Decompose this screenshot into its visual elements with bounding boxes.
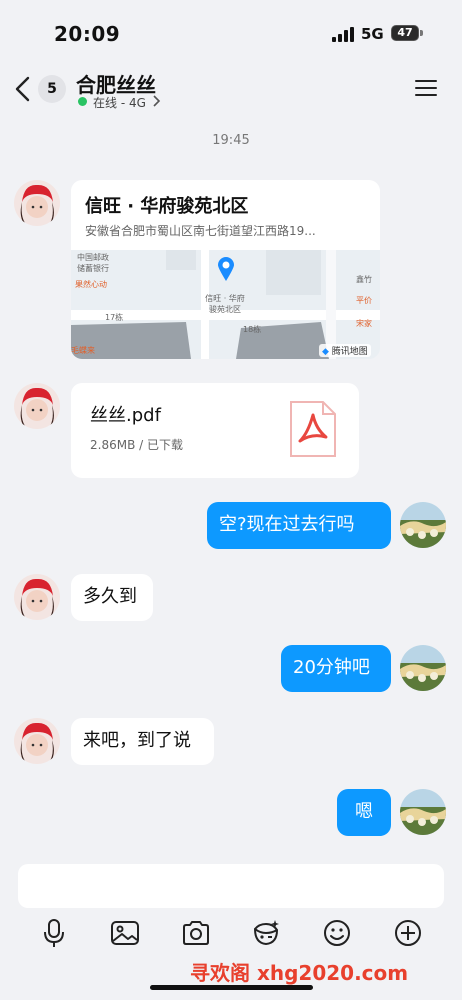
- message-bubble-outgoing[interactable]: 20分钟吧: [281, 645, 391, 692]
- message-bubble-incoming[interactable]: 来吧，到了说: [71, 718, 214, 765]
- map-poi-right-3: 宋家: [356, 319, 372, 328]
- file-name: 丝丝.pdf: [90, 405, 161, 426]
- contact-avatar[interactable]: [14, 574, 60, 620]
- map-pin-label: 信旺 · 华府 骏苑北区: [202, 293, 248, 315]
- emoji-icon[interactable]: [321, 917, 353, 949]
- image-icon[interactable]: [109, 917, 141, 949]
- presence-status[interactable]: 在线 - 4G: [93, 94, 146, 111]
- map-brand-label: 腾讯地图: [331, 347, 368, 357]
- camera-icon[interactable]: [180, 917, 212, 949]
- plus-icon[interactable]: [392, 917, 424, 949]
- contact-avatar[interactable]: [14, 383, 60, 429]
- battery-icon: 47: [391, 25, 419, 41]
- my-avatar[interactable]: [400, 502, 446, 548]
- unread-count-badge[interactable]: 5: [38, 75, 66, 103]
- map-pin-label-line1: 信旺 · 华府: [205, 294, 245, 303]
- signal-icon: [332, 27, 354, 42]
- map-brand: ◆ 腾讯地图: [319, 344, 371, 357]
- map-poi-left: 果然心动: [75, 280, 107, 289]
- my-avatar[interactable]: [400, 645, 446, 691]
- map-pin-label-line2: 骏苑北区: [209, 305, 241, 314]
- home-indicator: [150, 985, 313, 990]
- map-poi-bank: 中国邮政 储蓄银行: [77, 252, 109, 274]
- location-card[interactable]: 信旺 · 华府骏苑北区 安徽省合肥市蜀山区南七街道望江西路19... 中国邮政 …: [71, 180, 380, 359]
- message-input[interactable]: [18, 864, 444, 908]
- map-building-17: 17栋: [105, 313, 124, 322]
- map-brand-icon: ◆: [322, 347, 329, 357]
- microphone-icon[interactable]: [38, 917, 70, 949]
- battery-level: 47: [397, 26, 413, 39]
- watermark-text: 寻欢阁 xhg2020.com: [190, 961, 409, 985]
- sticker-icon[interactable]: [250, 917, 282, 949]
- location-title: 信旺 · 华府骏苑北区: [85, 196, 249, 217]
- location-map[interactable]: 中国邮政 储蓄银行 果然心动 17栋 18栋 毛蝶来 鑫竹 平价 宋家 信旺 ·…: [71, 250, 380, 359]
- pdf-file-icon: [290, 401, 336, 457]
- map-poi-right-1: 鑫竹: [356, 275, 372, 284]
- online-status-dot: [78, 97, 87, 106]
- message-bubble-incoming[interactable]: 多久到: [71, 574, 153, 621]
- contact-avatar[interactable]: [14, 180, 60, 226]
- contact-avatar[interactable]: [14, 718, 60, 764]
- map-poi-bank-line2: 储蓄银行: [77, 264, 109, 273]
- map-poi-right-2: 平价: [356, 296, 372, 305]
- file-card[interactable]: 丝丝.pdf 2.86MB / 已下载: [71, 383, 359, 478]
- map-poi-bank-line1: 中国邮政: [77, 253, 109, 262]
- back-icon[interactable]: [12, 76, 36, 102]
- map-poi-bottom-left: 毛蝶来: [71, 346, 95, 355]
- menu-icon[interactable]: [414, 78, 438, 98]
- location-pin-icon: [218, 257, 234, 281]
- file-meta: 2.86MB / 已下载: [90, 438, 183, 452]
- location-address: 安徽省合肥市蜀山区南七街道望江西路19...: [85, 224, 316, 238]
- map-building-18: 18栋: [243, 325, 262, 334]
- battery-tip: [420, 30, 423, 36]
- chevron-right-icon[interactable]: [152, 95, 162, 107]
- time-divider: 19:45: [212, 133, 250, 148]
- my-avatar[interactable]: [400, 789, 446, 835]
- message-bubble-outgoing[interactable]: 空?现在过去行吗: [207, 502, 391, 549]
- network-label: 5G: [361, 25, 384, 43]
- message-bubble-outgoing[interactable]: 嗯: [337, 789, 391, 836]
- status-time: 20:09: [54, 22, 121, 46]
